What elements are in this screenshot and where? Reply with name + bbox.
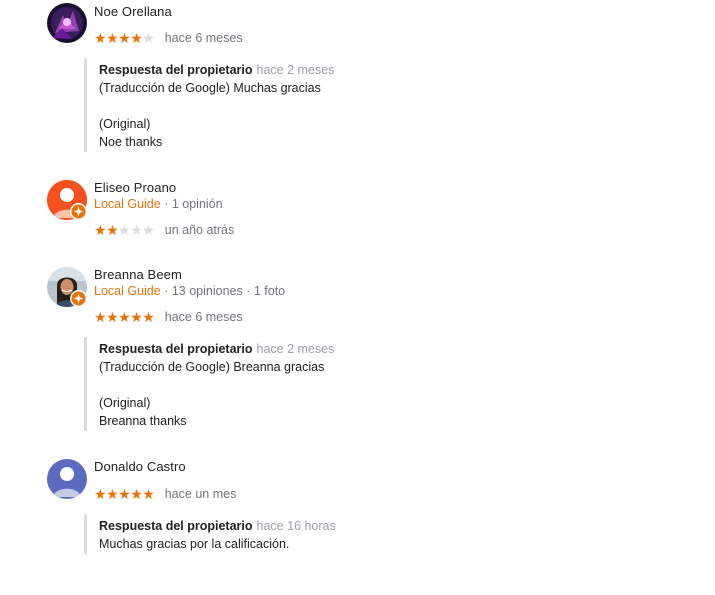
star-icon: ★ [118,29,131,46]
star-empty-icon: ★ [142,221,155,238]
review-age: hace 6 meses [164,30,243,45]
star-empty-icon: ★ [130,221,143,238]
reviewer-counts: · 1 opinión [164,197,223,211]
star-icon: ★ [94,221,107,238]
star-icon: ★ [118,308,131,325]
owner-reply-label: Respuesta del propietario [99,519,253,533]
rating-row: ★★★★★ hace un mes [94,485,237,502]
reviewer-stats: Local Guide · 1 opinión [94,197,223,211]
reviewer-counts: · 13 opiniones · 1 foto [164,284,286,298]
star-rating: ★★★★★ [94,485,155,502]
star-icon: ★ [94,485,107,502]
star-rating: ★★★★★ [94,221,155,238]
rating-row: ★★★★★ hace 6 meses [94,308,243,325]
reply-age: hace 16 horas [256,519,336,533]
local-guide-label: Local Guide [94,197,161,211]
star-icon: ★ [106,308,119,325]
review-age: hace 6 meses [164,309,243,324]
owner-reply: Respuesta del propietario hace 16 horas M… [84,514,619,554]
owner-reply: Respuesta del propietario hace 2 meses (T… [84,337,619,431]
owner-reply-label: Respuesta del propietario [99,63,253,77]
reviewer-name[interactable]: Breanna Beem [94,267,182,282]
reply-text: Muchas gracias por la calificación. [99,537,290,551]
reviewer-name[interactable]: Donaldo Castro [94,459,186,474]
review-age: hace un mes [164,486,237,501]
rating-row: ★★★★★ un año atrás [94,221,235,238]
star-icon: ★ [130,308,143,325]
reply-translated: (Traducción de Google) Muchas gracias [99,81,321,95]
star-empty-icon: ★ [142,29,155,46]
reply-original-label: (Original) [99,117,151,131]
reply-original: Breanna thanks [99,414,187,428]
star-icon: ★ [142,485,155,502]
reply-original: Noe thanks [99,135,163,149]
reviewer-name[interactable]: Noe Orellana [94,4,172,19]
reply-age: hace 2 meses [256,342,335,356]
star-rating: ★★★★★ [94,29,155,46]
star-rating: ★★★★★ [94,308,155,325]
star-icon: ★ [94,308,107,325]
star-icon: ★ [106,221,119,238]
reply-original-label: (Original) [99,396,151,410]
avatar[interactable] [47,3,87,43]
star-icon: ★ [142,308,155,325]
reviewer-name[interactable]: Eliseo Proano [94,180,176,195]
reply-translated: (Traducción de Google) Breanna gracias [99,360,325,374]
star-icon: ★ [118,485,131,502]
star-icon: ★ [94,29,107,46]
local-guide-badge-icon [70,203,87,220]
reviewer-stats: Local Guide · 13 opiniones · 1 foto [94,284,285,298]
reply-age: hace 2 meses [256,63,335,77]
star-icon: ★ [106,29,119,46]
star-icon: ★ [106,485,119,502]
avatar[interactable] [47,459,87,499]
review-age: un año atrás [164,222,235,237]
rating-row: ★★★★★ hace 6 meses [94,29,243,46]
local-guide-label: Local Guide [94,284,161,298]
star-icon: ★ [130,29,143,46]
owner-reply: Respuesta del propietario hace 2 meses (T… [84,58,619,152]
star-icon: ★ [130,485,143,502]
local-guide-badge-icon [70,290,87,307]
owner-reply-label: Respuesta del propietario [99,342,253,356]
star-empty-icon: ★ [118,221,131,238]
